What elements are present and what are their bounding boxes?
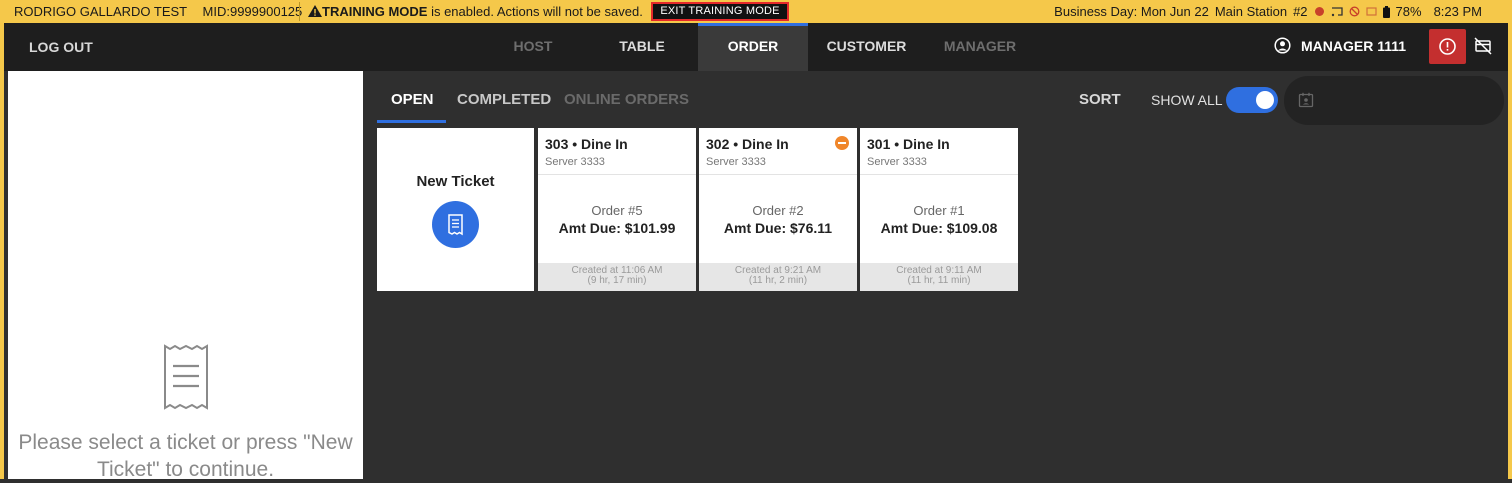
station-name: Main Station [1214,4,1288,19]
ticket-server: Server 3333 [706,156,766,168]
tab-completed[interactable]: COMPLETED [457,91,551,108]
show-all-toggle[interactable] [1226,87,1278,113]
ticket-amount-due: Amt Due: $101.99 [558,220,676,236]
empty-state-message: Please select a ticket or press "New Tic… [18,431,353,481]
ticket-amount-due: Amt Due: $109.08 [880,220,998,236]
logout-button[interactable]: LOG OUT [29,39,93,55]
blocked-icon [1349,6,1359,17]
clock-time: 8:23 PM [1433,4,1482,19]
account-info: RODRIGO GALLARDO TEST MID:9999900125 [14,4,302,19]
ticket-elapsed: (11 hr, 11 min) [907,275,971,286]
user-name: MANAGER 1111 [1301,37,1407,54]
alert-button[interactable] [1429,29,1466,64]
station-number: #2 [1293,4,1308,19]
active-tab-indicator [377,120,446,123]
user-icon [1274,37,1291,54]
cast-icon [1331,7,1343,17]
training-mode-text: is enabled. Actions will not be saved. [427,4,643,19]
ticket-title: 301 • Dine In [867,136,950,152]
ticket-divider [538,174,696,175]
card-reader-off-icon[interactable] [1474,37,1492,55]
tab-open[interactable]: OPEN [391,91,434,108]
toggle-knob [1256,91,1274,109]
ticket-server: Server 3333 [545,156,605,168]
status-divider [299,2,300,21]
drawer-icon [1365,7,1377,16]
system-status: Business Day: Mon Jun 22 Main Station #2… [1054,4,1482,19]
ticket-search-field[interactable] [1284,76,1504,125]
ticket-card[interactable]: 302 • Dine In Server 3333 Order #2 Amt D… [699,128,857,291]
training-warning: TRAINING MODE is enabled. Actions will n… [308,4,643,19]
main-nav: LOG OUT HOST TABLE ORDER CUSTOMER MANAGE… [4,23,1508,71]
account-name: RODRIGO GALLARDO TEST [14,4,187,19]
show-all-label: SHOW ALL [1151,92,1223,108]
ticket-footer: Created at 11:06 AM (9 hr, 17 min) [538,263,696,291]
ticket-divider [860,174,1018,175]
ticket-server: Server 3333 [867,156,927,168]
ticket-order-number: Order #5 [591,203,643,218]
training-status-bar: RODRIGO GALLARDO TEST MID:9999900125 TRA… [0,0,1512,23]
ticket-card[interactable]: 303 • Dine In Server 3333 Order #5 Amt D… [538,128,696,291]
ticket-order-number: Order #2 [752,203,804,218]
ticket-footer: Created at 9:21 AM (11 hr, 2 min) [699,263,857,291]
ticket-divider [699,174,857,175]
ticket-elapsed: (9 hr, 17 min) [587,275,647,286]
exit-training-button[interactable]: EXIT TRAINING MODE [651,2,789,21]
warning-icon [308,5,322,17]
merchant-id: MID:9999900125 [202,4,303,19]
ticket-amount-due: Amt Due: $76.11 [723,220,833,236]
ticket-order-number: Order #1 [913,203,965,218]
ticket-elapsed: (11 hr, 2 min) [748,275,808,286]
battery-level: 78% [1395,4,1422,19]
battery-icon [1382,5,1390,18]
ticket-card[interactable]: 301 • Dine In Server 3333 Order #1 Amt D… [860,128,1018,291]
alert-icon [1439,38,1456,55]
ticket-detail-panel: Please select a ticket or press "New Tic… [8,71,363,481]
nav-tab-table[interactable]: TABLE [592,23,692,71]
business-day: Business Day: Mon Jun 22 [1054,4,1209,19]
nav-tab-host[interactable]: HOST [484,23,582,71]
ticket-footer: Created at 9:11 AM (11 hr, 11 min) [860,263,1018,291]
new-ticket-label: New Ticket [416,173,495,190]
sort-button[interactable]: SORT [1079,91,1121,108]
new-receipt-icon [448,214,463,236]
contact-card-icon [1298,92,1314,108]
tab-online-orders[interactable]: ONLINE ORDERS [564,91,689,108]
nav-tab-order[interactable]: ORDER [698,23,808,71]
nav-tab-customer[interactable]: CUSTOMER [814,23,919,71]
ticket-title: 302 • Dine In [706,136,789,152]
new-ticket-circle [432,201,479,248]
receipt-icon [164,344,208,410]
user-menu[interactable]: MANAGER 1111 [1274,37,1406,54]
training-mode-label: TRAINING MODE [322,4,428,19]
minus-circle-icon [835,136,849,150]
ticket-title: 303 • Dine In [545,136,628,152]
nav-tab-manager[interactable]: MANAGER [929,23,1031,71]
new-ticket-button[interactable]: New Ticket [377,128,534,291]
printer-error-icon [1314,7,1324,16]
